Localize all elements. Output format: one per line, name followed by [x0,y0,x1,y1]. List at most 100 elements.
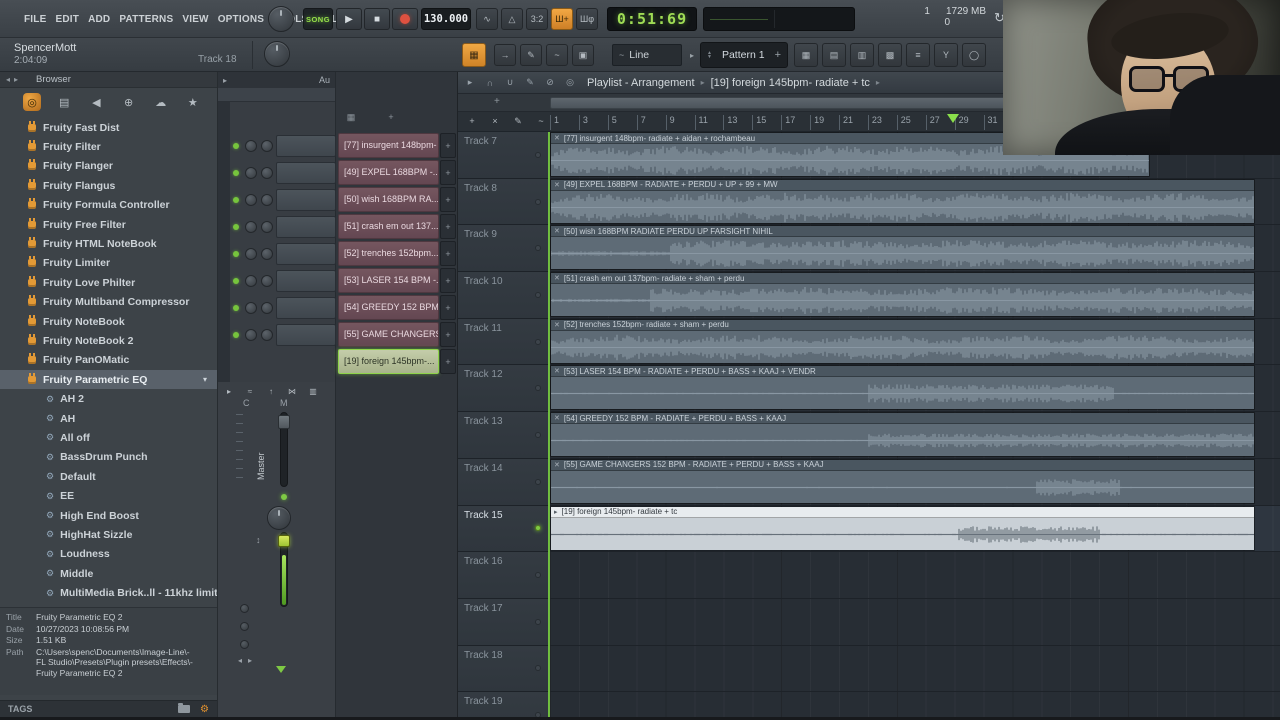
step-edit-icon[interactable]: → [494,44,516,66]
route-icon[interactable]: ↑ [264,384,278,398]
playlist-clip[interactable]: ✕ [55] GAME CHANGERS 152 BPM - RADIATE + … [550,458,1255,504]
picker-audio-clip[interactable]: [52] trenches 152bpm... + [338,241,456,266]
track-lane[interactable]: ✕ [49] EXPEL 168BPM - RADIATE + PERDU + U… [550,178,1280,225]
track-header[interactable]: Track 18 [458,645,550,692]
picker-audio-clip[interactable]: [77] insurgent 148bpm- + [338,133,456,158]
clip-header[interactable]: ✕ [53] LASER 154 BPM - RADIATE + PERDU + … [551,366,1254,378]
clip-header[interactable]: ▸ [19] foreign 145bpm- radiate + tc [551,506,1254,518]
channel-volume-knob[interactable] [261,194,273,206]
chevron-right-icon[interactable]: ▸ [686,44,698,66]
record-button[interactable] [392,8,418,30]
browser-preset-item[interactable]: HighHat Sizzle [0,525,217,544]
picker-grid-icon[interactable]: ▦ [344,110,358,124]
song-mode-toggle[interactable]: SONG [303,8,333,30]
channel-led[interactable] [233,251,239,257]
mute-tool-icon[interactable]: ⊘ [543,76,557,90]
wait-for-input-icon[interactable]: 3:2 [526,8,548,30]
channel-row[interactable] [218,296,336,320]
channel-led[interactable] [233,197,239,203]
channel-volume-knob[interactable] [261,221,273,233]
rack-menu-icon[interactable]: ▸ [223,76,227,85]
playlist-track-row[interactable]: Track 16 [458,552,1280,599]
draw-tool-icon[interactable]: ✎ [520,44,542,66]
clip-mute-icon[interactable]: ✕ [554,461,560,469]
playlist-track-row[interactable]: ✕ [55] GAME CHANGERS 152 BPM - RADIATE + … [458,458,1280,506]
clip-mute-icon[interactable]: ✕ [554,134,560,142]
clip-header[interactable]: ✕ [55] GAME CHANGERS 152 BPM - RADIATE + … [551,459,1254,471]
track-header[interactable]: Track 11 [458,318,550,365]
scrollbar-thumb[interactable] [550,97,1010,109]
menu-item[interactable]: VIEW [182,14,208,25]
snap-selector[interactable]: ~ Line [612,44,682,66]
playlist-track-row[interactable]: ✕ [49] EXPEL 168BPM - RADIATE + PERDU + U… [458,178,1280,226]
browser-plugin-item[interactable]: Fruity Love Philter [0,273,217,292]
channel-pan-knob[interactable] [245,329,257,341]
updown-arrows-icon[interactable]: ↕ [256,535,261,545]
master-pan-knob[interactable] [267,506,291,530]
channel-button[interactable] [276,297,336,319]
track-arm-led[interactable] [535,291,541,298]
track-lane[interactable]: ✕ [53] LASER 154 BPM - RADIATE + PERDU + … [550,365,1280,412]
browser-preset-item[interactable]: EE [0,486,217,505]
drag-handle-icon[interactable]: + [440,187,456,212]
gear-icon[interactable]: ⚙ [200,704,209,715]
track-arm-led[interactable] [535,525,541,532]
playlist-window-icon[interactable]: ▦ [794,43,818,67]
channel-button[interactable] [276,216,336,238]
drag-handle-icon[interactable]: + [440,133,456,158]
clip-mute-icon[interactable]: ✕ [554,181,560,189]
track-header[interactable]: Track 19 [458,692,550,720]
playlist-track-row[interactable]: Track 17 [458,598,1280,646]
plugin-picker-icon[interactable]: Y [934,43,958,67]
drag-handle-icon[interactable]: + [440,295,456,320]
playlist-track-row[interactable]: ✕ [50] wish 168BPM RADIATE PERDU UP FARSI… [458,225,1280,273]
playlist-clip[interactable]: ✕ [53] LASER 154 BPM - RADIATE + PERDU + … [550,365,1255,411]
track-arm-led[interactable] [535,245,541,252]
channel-pan-knob[interactable] [245,248,257,260]
mixer-knob-small[interactable] [240,622,249,631]
track-header[interactable]: Track 8 [458,178,550,225]
menu-item[interactable]: EDIT [55,14,79,25]
mixer-window-icon[interactable]: ▩ [878,43,902,67]
clip-mute-icon[interactable]: ▸ [554,508,558,516]
playlist-track-row[interactable]: Track 19 [458,692,1280,720]
browser-plugin-item[interactable]: Fruity Flangus [0,176,217,195]
browser-plugin-item[interactable]: Fruity Fast Dist [0,118,217,137]
playlist-clip[interactable]: ✕ [49] EXPEL 168BPM - RADIATE + PERDU + U… [550,178,1255,224]
master-volume-fader[interactable] [278,532,290,607]
preview-headphones-icon[interactable]: ∩ [483,76,497,90]
tempo-tap-icon[interactable]: ◯ [962,43,986,67]
channel-pan-knob[interactable] [245,194,257,206]
typing-keyboard-to-piano-icon[interactable]: ∿ [476,8,498,30]
clip-header[interactable]: ✕ [51] crash em out 137bpm- radiate + sha… [551,273,1254,285]
multilink-icon[interactable]: ▣ [572,44,594,66]
picker-audio-clip[interactable]: [54] GREEDY 152 BPM... + [338,295,456,320]
typing-keyboard-button[interactable]: ▦ [462,43,486,67]
channel-volume-knob[interactable] [261,167,273,179]
metronome-icon[interactable]: △ [501,8,523,30]
browser-preset-item[interactable]: BassDrum Punch [0,448,217,467]
precount-icon[interactable]: Ш+ [551,8,573,30]
mixer-knob-small[interactable] [240,604,249,613]
channel-row[interactable] [218,161,336,185]
track-header[interactable]: Track 17 [458,598,550,645]
mixer-menu-icon[interactable]: ▸ [222,384,236,398]
mixer-knob-small[interactable] [240,640,249,649]
channel-row[interactable] [218,242,336,266]
track-header[interactable]: Track 9 [458,225,550,272]
browser-plugin-item[interactable]: Fruity HTML NoteBook [0,234,217,253]
track-lane[interactable]: ▸ [19] foreign 145bpm- radiate + tc [550,505,1280,552]
channel-pan-knob[interactable] [245,221,257,233]
channel-led[interactable] [233,170,239,176]
back-icon[interactable]: ◂ [6,75,10,84]
menu-item[interactable]: PATTERNS [119,14,173,25]
drag-handle-icon[interactable]: + [440,241,456,266]
browser-plugin-item[interactable]: Fruity NoteBook 2 [0,331,217,350]
browser-plugin-item[interactable]: Fruity Free Filter [0,215,217,234]
time-display[interactable]: 0:51:69 [607,7,697,31]
main-volume-knob[interactable] [264,41,290,67]
channel-volume-knob[interactable] [261,275,273,287]
wave-icon[interactable]: ≈ [243,384,257,398]
drag-handle-icon[interactable]: + [440,214,456,239]
track-header[interactable]: Track 13 [458,412,550,458]
